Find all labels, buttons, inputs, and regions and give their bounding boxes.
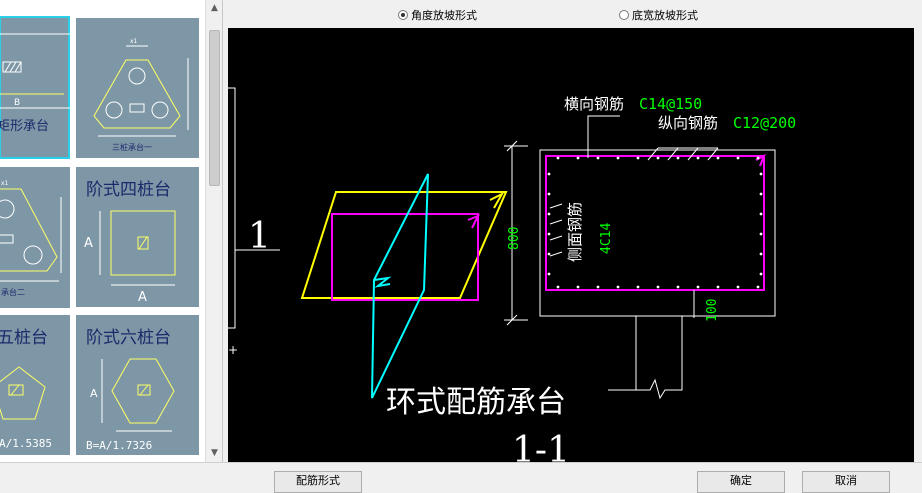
dialog-button-bar: 配筋形式 确定 取消 <box>0 462 922 493</box>
value-transverse-rebar: C14@150 <box>639 95 702 113</box>
thumb-three-pile-2-label: 承台二 <box>1 287 25 297</box>
label-side-rebar: 侧面钢筋 <box>566 202 584 262</box>
thumb-three-pile-dim: x1 <box>130 38 138 45</box>
label-transverse-rebar: 横向钢筋 <box>564 95 624 113</box>
dim-height-800: 800 <box>507 227 522 250</box>
thumb-five-pile-title: 五桩台 <box>0 328 48 348</box>
canvas-right-frame <box>914 28 922 462</box>
thumb-stepped-six-pile-cap[interactable]: 阶式六桩台 A B=A/1.7326 <box>76 315 199 455</box>
section-mark-number: 1 <box>248 216 271 257</box>
thumb-four-pile-title: 阶式四桩台 <box>86 180 171 200</box>
gallery-scrollbar[interactable]: ▲ ▼ <box>205 0 223 462</box>
value-side-rebar: 4C14 <box>599 223 614 254</box>
ok-button[interactable]: 确定 <box>697 471 785 493</box>
cap-type-gallery: B 矩形承台 x1 三桩承台一 x1 承台二 阶式四桩台 A A 五桩台 A/1… <box>0 0 205 462</box>
radio-dot-icon[interactable] <box>619 10 629 20</box>
thumb-five-pile-cap[interactable]: 五桩台 A/1.5385 <box>0 315 70 455</box>
scroll-down-arrow-icon[interactable]: ▼ <box>206 445 223 462</box>
slope-mode-radio-group: 角度放坡形式 底宽放坡形式 <box>228 0 922 28</box>
scrollbar-thumb[interactable] <box>209 30 220 186</box>
thumb-four-pile-dim-side: A <box>84 236 93 251</box>
reinforcement-form-button[interactable]: 配筋形式 <box>274 471 362 493</box>
dim-cover-100: 100 <box>705 299 720 322</box>
thumb-four-pile-dim-bottom: A <box>138 290 147 305</box>
thumb-stepped-four-pile-cap[interactable]: 阶式四桩台 A A <box>76 167 199 307</box>
radio-bottom-width-slope[interactable]: 底宽放坡形式 <box>619 7 698 23</box>
radio-angle-slope-label: 角度放坡形式 <box>411 9 477 22</box>
thumb-three-pile-cap-1[interactable]: x1 三桩承台一 <box>76 18 199 158</box>
cad-preview-canvas: 1 + 横向钢筋 C14@150 纵向钢筋 C12@200 侧面钢筋 4C14 … <box>228 28 914 462</box>
cancel-button[interactable]: 取消 <box>802 471 890 493</box>
radio-angle-slope[interactable]: 角度放坡形式 <box>398 7 477 23</box>
radio-bottom-width-slope-label: 底宽放坡形式 <box>632 9 698 22</box>
thumb-five-pile-formula: A/1.5385 <box>0 437 52 450</box>
thumb-rect-dim: B <box>14 98 20 108</box>
thumb-three-pile-2-dim: x1 <box>1 180 9 187</box>
drawing-section-title: 1-1 <box>512 430 570 462</box>
radio-dot-icon[interactable] <box>398 10 408 20</box>
section-mark-tick: + <box>228 343 238 357</box>
scroll-up-arrow-icon[interactable]: ▲ <box>206 0 223 17</box>
drawing-main-title: 环式配筋承台 <box>386 385 566 420</box>
label-longitudinal-rebar: 纵向钢筋 <box>658 114 718 132</box>
thumb-three-pile-label: 三桩承台一 <box>112 142 152 152</box>
thumb-three-pile-cap-2[interactable]: x1 承台二 <box>0 167 70 308</box>
value-longitudinal-rebar: C12@200 <box>733 114 796 132</box>
thumb-rect-cap[interactable]: B 矩形承台 <box>0 16 70 159</box>
thumb-six-pile-title: 阶式六桩台 <box>86 328 171 348</box>
thumb-six-pile-dim-side: A <box>90 387 98 400</box>
thumb-rect-label: 矩形承台 <box>0 119 49 134</box>
thumb-six-pile-formula: B=A/1.7326 <box>86 439 152 452</box>
cad-drawing: 1 + 横向钢筋 C14@150 纵向钢筋 C12@200 侧面钢筋 4C14 … <box>228 87 796 462</box>
